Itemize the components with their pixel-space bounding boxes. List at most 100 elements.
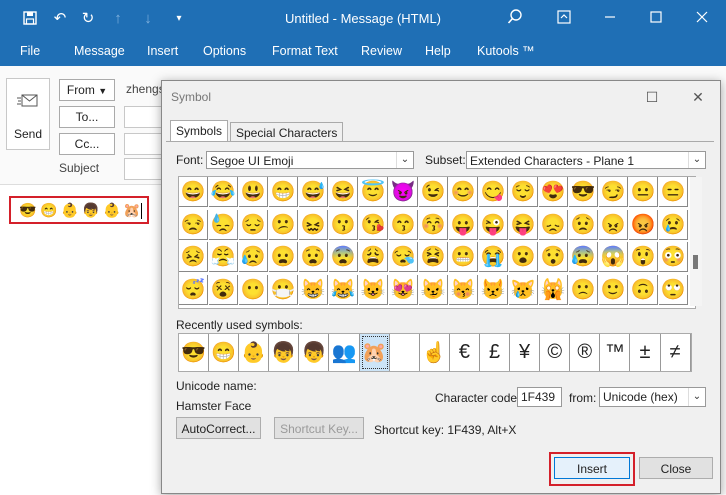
symbol-cell[interactable]: 🙀 xyxy=(539,274,568,305)
cc-field[interactable] xyxy=(124,133,166,155)
insert-button[interactable]: Insert xyxy=(554,457,630,479)
symbol-cell[interactable]: 😱 xyxy=(599,242,628,272)
autocorrect-button[interactable]: AutoCorrect... xyxy=(176,417,261,439)
symbol-cell[interactable]: 🙁 xyxy=(569,274,598,305)
recent-symbol-cell[interactable]: 😁 xyxy=(209,334,240,371)
symbol-cell[interactable]: 😙 xyxy=(389,209,418,240)
symbol-cell[interactable]: 😯 xyxy=(539,242,568,272)
tab-message[interactable]: Message xyxy=(74,44,125,58)
symbol-cell[interactable]: 😟 xyxy=(569,209,598,240)
symbol-cell[interactable]: 😥 xyxy=(239,242,268,272)
symbol-cell[interactable]: 😾 xyxy=(479,274,508,305)
maximize-button[interactable] xyxy=(636,4,676,30)
symbol-cell[interactable]: 😋 xyxy=(479,177,508,207)
symbol-cell[interactable]: 😶 xyxy=(239,274,268,305)
tab-special-characters[interactable]: Special Characters xyxy=(230,122,344,143)
symbol-cell[interactable]: 😁 xyxy=(269,177,298,207)
symbol-cell[interactable]: 😚 xyxy=(419,209,448,240)
symbol-cell[interactable]: 😣 xyxy=(179,242,208,272)
symbol-cell[interactable]: 😕 xyxy=(269,209,298,240)
symbol-cell[interactable]: 😉 xyxy=(419,177,448,207)
symbol-cell[interactable]: 😨 xyxy=(329,242,358,272)
symbol-cell[interactable]: 😆 xyxy=(329,177,358,207)
symbol-grid-scrollbar[interactable] xyxy=(690,177,702,306)
symbol-cell[interactable]: 😷 xyxy=(269,274,298,305)
symbol-cell[interactable]: 😽 xyxy=(449,274,478,305)
to-button[interactable]: To... xyxy=(59,106,115,128)
symbol-cell[interactable]: 😳 xyxy=(659,242,688,272)
symbol-cell[interactable]: 😺 xyxy=(359,274,388,305)
recent-symbol-cell[interactable]: ± xyxy=(631,334,661,371)
recent-symbol-cell[interactable] xyxy=(390,334,420,371)
scrollbar-thumb[interactable] xyxy=(693,255,698,269)
recent-symbol-cell[interactable]: ™ xyxy=(600,334,631,371)
symbol-cell[interactable]: 😵 xyxy=(209,274,238,305)
tab-file[interactable]: File xyxy=(20,44,40,58)
symbol-cell[interactable]: 😒 xyxy=(179,209,208,240)
symbol-cell[interactable]: 😼 xyxy=(419,274,448,305)
recent-symbol-cell[interactable]: ® xyxy=(570,334,601,371)
symbol-cell[interactable]: 😦 xyxy=(269,242,298,272)
symbol-cell[interactable]: 😖 xyxy=(299,209,328,240)
recent-symbol-cell[interactable]: 😎 xyxy=(179,334,209,371)
symbol-cell[interactable]: 😬 xyxy=(449,242,478,272)
symbol-cell[interactable]: 🙄 xyxy=(659,274,688,305)
symbol-cell[interactable]: 😛 xyxy=(449,209,478,240)
recent-symbol-cell[interactable]: ≠ xyxy=(661,334,691,371)
message-body[interactable] xyxy=(0,184,166,495)
symbol-cell[interactable]: 😪 xyxy=(389,242,418,272)
tab-insert[interactable]: Insert xyxy=(147,44,178,58)
symbol-cell[interactable]: 😫 xyxy=(419,242,448,272)
send-button[interactable]: Send xyxy=(6,78,50,150)
symbol-cell[interactable]: 😅 xyxy=(299,177,328,207)
symbol-cell[interactable]: 😄 xyxy=(179,177,208,207)
symbol-cell[interactable]: 🙂 xyxy=(599,274,628,305)
symbol-cell[interactable]: 😞 xyxy=(539,209,568,240)
tab-symbols[interactable]: Symbols xyxy=(170,120,229,142)
symbol-cell[interactable]: 😴 xyxy=(179,274,208,305)
symbol-cell[interactable]: 😔 xyxy=(239,209,268,240)
symbol-cell[interactable]: 😘 xyxy=(359,209,388,240)
symbol-cell[interactable]: 😊 xyxy=(449,177,478,207)
symbol-cell[interactable]: 😐 xyxy=(629,177,658,207)
recent-symbol-cell[interactable]: 👦 xyxy=(269,334,300,371)
tab-format-text[interactable]: Format Text xyxy=(272,44,338,58)
symbol-cell[interactable]: 😡 xyxy=(629,209,658,240)
tab-kutools[interactable]: Kutools ™ xyxy=(477,44,535,58)
symbol-cell[interactable]: 😤 xyxy=(209,242,238,272)
symbol-cell[interactable]: 😭 xyxy=(479,242,508,272)
symbol-cell[interactable]: 😠 xyxy=(599,209,628,240)
dialog-maximize-button[interactable]: ☐ xyxy=(642,87,662,107)
from-encoding-select[interactable]: Unicode (hex) ⌄ xyxy=(599,387,706,407)
search-icon[interactable] xyxy=(495,4,535,30)
symbol-cell[interactable]: 😌 xyxy=(509,177,538,207)
symbol-cell[interactable]: 😂 xyxy=(209,177,238,207)
dialog-close-icon[interactable]: ✕ xyxy=(688,87,708,107)
subject-field[interactable] xyxy=(124,158,166,180)
minimize-button[interactable] xyxy=(590,4,630,30)
recent-symbol-cell[interactable]: € xyxy=(450,334,480,371)
tab-help[interactable]: Help xyxy=(425,44,451,58)
symbol-cell[interactable]: 😜 xyxy=(479,209,508,240)
shortcut-key-button[interactable]: Shortcut Key... xyxy=(274,417,364,439)
symbol-cell[interactable]: 😍 xyxy=(539,177,568,207)
recent-symbol-cell[interactable]: ¥ xyxy=(510,334,541,371)
symbol-cell[interactable]: 😹 xyxy=(329,274,358,305)
symbol-cell[interactable]: 😰 xyxy=(569,242,598,272)
symbol-cell[interactable]: 😧 xyxy=(299,242,328,272)
close-window-button[interactable] xyxy=(682,4,722,30)
to-field[interactable] xyxy=(124,106,166,128)
symbol-cell[interactable]: 😿 xyxy=(509,274,538,305)
symbol-cell[interactable]: 😓 xyxy=(209,209,238,240)
close-button[interactable]: Close xyxy=(639,457,713,479)
symbol-cell[interactable]: 😮 xyxy=(509,242,538,272)
symbol-cell[interactable]: 😸 xyxy=(299,274,328,305)
tab-review[interactable]: Review xyxy=(361,44,402,58)
symbol-cell[interactable]: 😝 xyxy=(509,209,538,240)
symbol-cell[interactable]: 😩 xyxy=(359,242,388,272)
font-select[interactable]: Segoe UI Emoji ⌄ xyxy=(206,151,414,169)
recent-symbol-cell[interactable]: £ xyxy=(480,334,510,371)
symbol-cell[interactable]: 😏 xyxy=(599,177,628,207)
symbol-cell[interactable]: 🙃 xyxy=(629,274,658,305)
symbol-cell[interactable]: 😃 xyxy=(239,177,268,207)
